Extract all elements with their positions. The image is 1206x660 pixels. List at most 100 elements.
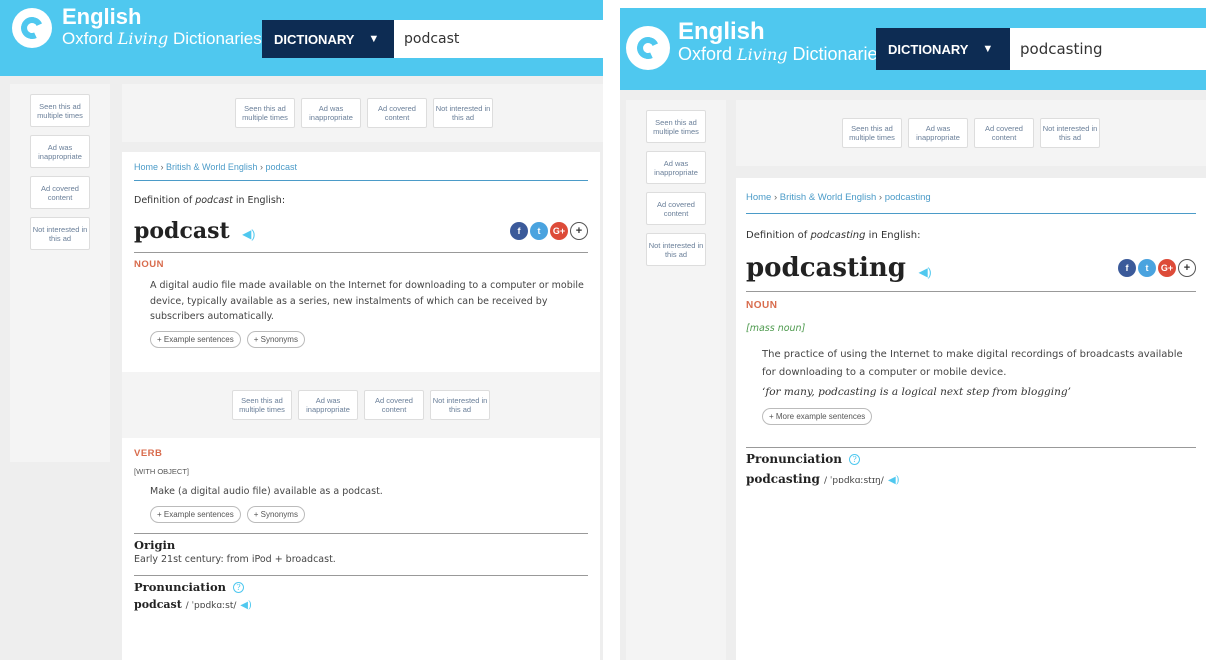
left-screenshot: English Oxford Living Dictionaries DICTI…	[0, 0, 603, 660]
ad-not-interested-button[interactable]: Not interested in this ad	[30, 217, 90, 250]
brand-subtitle: Oxford Living Dictionaries	[62, 29, 262, 49]
search-input[interactable]: podcast	[394, 20, 603, 58]
crumb-separator: ›	[878, 192, 883, 203]
ad-seen-button[interactable]: Seen this ad multiple times	[30, 94, 90, 127]
example-sentences-button[interactable]: + Example sentences	[150, 331, 241, 349]
dictionary-dropdown[interactable]: DICTIONARY ▼	[876, 28, 1010, 70]
google-plus-icon[interactable]: G+	[550, 222, 568, 240]
top-ad-panel: Seen this ad multiple times Ad was inapp…	[122, 84, 603, 142]
headword: podcast	[134, 218, 230, 244]
def-suffix: in English:	[868, 230, 921, 241]
ad-covered-button[interactable]: Ad covered content	[367, 98, 427, 128]
ad-covered-button[interactable]: Ad covered content	[974, 118, 1034, 148]
crumb-current[interactable]: podcasting	[885, 192, 931, 203]
oxford-logo-icon[interactable]	[12, 8, 52, 48]
mass-noun-label: [mass noun]	[746, 323, 806, 334]
facebook-icon[interactable]: f	[1118, 259, 1136, 277]
pronunciation-heading: Pronunciation ?	[134, 574, 588, 594]
def-prefix: Definition of	[134, 195, 193, 206]
facebook-icon[interactable]: f	[510, 222, 528, 240]
ad-seen-button[interactable]: Seen this ad multiple times	[842, 118, 902, 148]
ad-inappropriate-button[interactable]: Ad was inappropriate	[646, 151, 706, 184]
speaker-icon[interactable]: ◀)	[918, 265, 931, 279]
crumb-home[interactable]: Home	[746, 192, 771, 203]
crumb-home[interactable]: Home	[134, 162, 158, 172]
brand-dictionaries: Dictionaries	[172, 29, 262, 48]
pronunciation-heading: Pronunciation ?	[746, 447, 1196, 466]
example-sentence: ‘for many, podcasting is a logical next …	[762, 386, 1071, 398]
ad-seen-button[interactable]: Seen this ad multiple times	[232, 390, 292, 421]
definition-of-line: Definition of podcasting in English:	[746, 230, 1196, 241]
headword-row: podcasting ◀) f t G+ +	[746, 253, 1196, 292]
mid-ad-panel: Seen this ad multiple times Ad was inapp…	[122, 372, 600, 439]
speaker-icon[interactable]: ◀)	[888, 475, 900, 486]
top-ad-panel: Seen this ad multiple times Ad was inapp…	[736, 100, 1206, 166]
noun-pills: + More example sentences	[762, 408, 1196, 425]
side-ad-panel: Seen this ad multiple times Ad was inapp…	[626, 100, 726, 660]
brand-living: Living	[117, 29, 169, 48]
ad-not-interested-button[interactable]: Not interested in this ad	[646, 233, 706, 266]
twitter-icon[interactable]: t	[1138, 259, 1156, 277]
pron-ipa: / ˈpɒdkɑːst/	[185, 600, 237, 611]
brand-oxford: Oxford	[62, 29, 114, 48]
oxford-logo-icon[interactable]	[626, 26, 670, 70]
example-sentences-button[interactable]: + Example sentences	[150, 505, 241, 523]
more-share-icon[interactable]: +	[570, 222, 588, 240]
ad-covered-button[interactable]: Ad covered content	[30, 176, 90, 209]
synonyms-button[interactable]: + Synonyms	[246, 505, 305, 523]
crumb-separator: ›	[773, 192, 778, 203]
ad-not-interested-button[interactable]: Not interested in this ad	[430, 390, 490, 421]
entry-content: Home › British & World English › podcast…	[122, 152, 600, 660]
share-buttons: f t G+ +	[1118, 259, 1196, 277]
right-screenshot: English Oxford Living Dictionaries DICTI…	[620, 8, 1206, 660]
ad-inappropriate-button[interactable]: Ad was inappropriate	[908, 118, 968, 148]
ad-inappropriate-button[interactable]: Ad was inappropriate	[30, 135, 90, 168]
google-plus-icon[interactable]: G+	[1158, 259, 1176, 277]
grammar-label: [WITH OBJECT]	[134, 467, 189, 477]
side-ad-panel: Seen this ad multiple times Ad was inapp…	[10, 84, 110, 462]
ad-inappropriate-button[interactable]: Ad was inappropriate	[298, 390, 358, 421]
noun-definition: A digital audio file made available on t…	[150, 280, 584, 323]
ad-not-interested-button[interactable]: Not interested in this ad	[433, 98, 493, 128]
dictionary-dropdown[interactable]: DICTIONARY ▼	[262, 20, 394, 58]
pronunciation-label: Pronunciation	[746, 452, 842, 466]
ad-covered-button[interactable]: Ad covered content	[364, 390, 424, 421]
more-example-sentences-button[interactable]: + More example sentences	[762, 408, 873, 425]
caret-down-icon: ▼	[368, 33, 380, 45]
brand-dictionaries: Dictionaries	[792, 44, 887, 64]
ad-seen-button[interactable]: Seen this ad multiple times	[235, 98, 295, 128]
crumb-british-world-english[interactable]: British & World English	[166, 162, 257, 172]
brand-english[interactable]: English	[678, 18, 765, 46]
search-input[interactable]: podcasting	[1010, 28, 1206, 70]
ad-seen-button[interactable]: Seen this ad multiple times	[646, 110, 706, 143]
brand-living: Living	[737, 45, 788, 64]
synonyms-button[interactable]: + Synonyms	[246, 331, 305, 349]
twitter-icon[interactable]: t	[530, 222, 548, 240]
headword: podcasting	[746, 253, 906, 283]
crumb-british-world-english[interactable]: British & World English	[780, 192, 876, 203]
speaker-icon[interactable]: ◀)	[242, 227, 255, 241]
crumb-current[interactable]: podcast	[265, 162, 297, 172]
speaker-icon[interactable]: ◀)	[240, 600, 252, 611]
ad-not-interested-button[interactable]: Not interested in this ad	[1040, 118, 1100, 148]
pronunciation-row: podcast / ˈpɒdkɑːst/ ◀)	[134, 598, 588, 611]
dictionary-label: DICTIONARY	[274, 31, 355, 47]
ad-covered-button[interactable]: Ad covered content	[646, 192, 706, 225]
def-prefix: Definition of	[746, 230, 808, 241]
caret-down-icon: ▼	[982, 43, 994, 55]
pron-word: podcasting	[746, 472, 820, 486]
entry-content: Home › British & World English › podcast…	[736, 178, 1206, 660]
pos-noun: NOUN	[746, 300, 778, 311]
crumb-separator: ›	[160, 162, 164, 172]
definition-of-line: Definition of podcast in English:	[134, 195, 588, 206]
headword-row: podcast ◀) f t G+ +	[134, 218, 588, 253]
ad-inappropriate-button[interactable]: Ad was inappropriate	[301, 98, 361, 128]
brand-english[interactable]: English	[62, 4, 141, 30]
pron-word: podcast	[134, 597, 182, 611]
help-icon[interactable]: ?	[849, 454, 861, 465]
help-icon[interactable]: ?	[233, 582, 245, 594]
origin-text: Early 21st century: from iPod + broadcas…	[134, 553, 336, 565]
crumb-separator: ›	[259, 162, 263, 172]
more-share-icon[interactable]: +	[1178, 259, 1196, 277]
noun-definition: The practice of using the Internet to ma…	[762, 349, 1183, 378]
